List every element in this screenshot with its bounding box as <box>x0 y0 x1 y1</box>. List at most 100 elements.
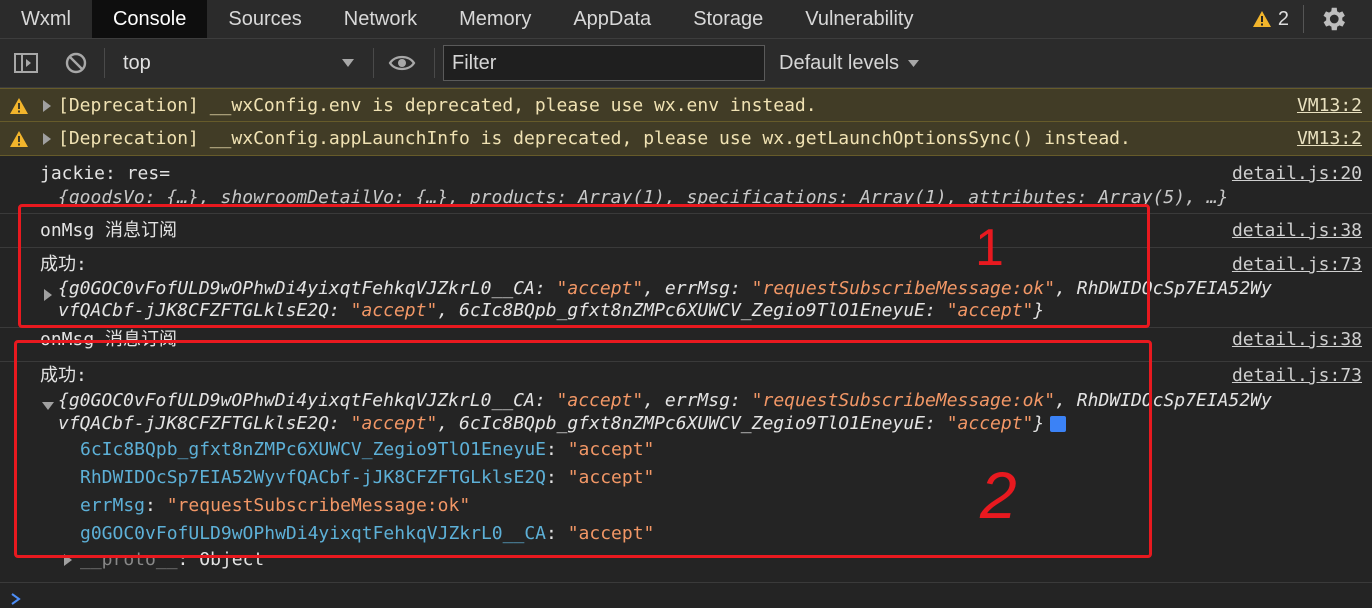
log-label: 成功: <box>40 254 87 275</box>
object-value: "requestSubscribeMessage:ok" <box>751 390 1056 411</box>
tab-console[interactable]: Console <box>91 0 208 38</box>
property-key: 6cIc8BQpb_gfxt8nZMPc6XUWCV_Zegio9TlO1Ene… <box>80 439 546 460</box>
tab-storage[interactable]: Storage <box>672 0 784 38</box>
tab-sources[interactable]: Sources <box>207 0 322 38</box>
object-key: 6cIc8BQpb_gfxt8nZMPc6XUWCV_Zegio9TlO1Ene… <box>459 300 926 321</box>
source-link[interactable]: detail.js:38 <box>1232 219 1362 243</box>
object-property: RhDWIDOcSp7EIA52WyvfQACbf-jJK8CFZFTGLkls… <box>80 467 655 488</box>
object-value: "accept" <box>556 278 644 299</box>
warning-icon <box>1252 11 1271 27</box>
property-key: RhDWIDOcSp7EIA52WyvfQACbf-jJK8CFZFTGLkls… <box>80 467 546 488</box>
object-key: vfQACbf-jJK8CFZFTGLklsE2Q <box>58 300 329 321</box>
sidebar-toggle-icon[interactable] <box>12 49 40 77</box>
gear-icon[interactable] <box>1318 4 1348 34</box>
object-value: "accept" <box>946 413 1034 434</box>
tab-wxml[interactable]: Wxml <box>0 0 92 38</box>
divider <box>0 582 1372 583</box>
console-log-message[interactable]: 成功: detail.js:73 {g0GOC0vFofULD9wOPhwDi4… <box>0 362 1372 572</box>
object-key: errMsg <box>664 278 730 299</box>
console-log-message[interactable]: onMsg 消息订阅 detail.js:38 <box>0 328 1372 362</box>
tab-appdata[interactable]: AppData <box>552 0 672 38</box>
property-value: "requestSubscribeMessage:ok" <box>166 495 471 516</box>
object-key: RhDWIDOcSp7EIA52Wy <box>1076 390 1272 411</box>
proto-value: Object <box>199 549 265 570</box>
object-property: 6cIc8BQpb_gfxt8nZMPc6XUWCV_Zegio9TlO1Ene… <box>80 439 655 460</box>
expand-triangle-icon[interactable] <box>64 554 72 566</box>
object-property: errMsg: "requestSubscribeMessage:ok" <box>80 495 471 516</box>
annotation-label-1: 1 <box>975 219 1004 277</box>
object-key: errMsg <box>664 390 730 411</box>
collapse-triangle-icon[interactable] <box>42 402 54 410</box>
warning-count: 2 <box>1277 7 1289 30</box>
tab-memory[interactable]: Memory <box>438 0 552 38</box>
console-toolbar: top Default levels <box>0 39 1372 88</box>
expand-triangle-icon[interactable] <box>43 133 51 145</box>
object-key: g0GOC0vFofULD9wOPhwDi4yixqtFehkqVJZkrL0_… <box>68 278 535 299</box>
object-key: 6cIc8BQpb_gfxt8nZMPc6XUWCV_Zegio9TlO1Ene… <box>459 413 926 434</box>
warning-icon <box>10 131 28 147</box>
object-value: "accept" <box>350 413 438 434</box>
expand-triangle-icon[interactable] <box>44 289 52 301</box>
filter-input[interactable] <box>443 45 765 81</box>
proto-key: __proto__ <box>80 549 178 570</box>
object-value: "requestSubscribeMessage:ok" <box>751 278 1056 299</box>
object-value: "accept" <box>350 300 438 321</box>
expand-triangle-icon[interactable] <box>43 100 51 112</box>
console-log: [Deprecation] __wxConfig.env is deprecat… <box>0 88 1372 572</box>
chevron-down-icon <box>908 59 920 67</box>
console-log-message[interactable]: 成功: detail.js:73 {g0GOC0vFofULD9wOPhwDi4… <box>0 248 1372 328</box>
info-icon[interactable] <box>1050 416 1067 432</box>
object-property[interactable]: __proto__: Object <box>80 548 264 572</box>
property-key: errMsg <box>80 495 146 516</box>
divider <box>434 48 435 78</box>
object-summary-line[interactable]: vfQACbf-jJK8CFZFTGLklsE2Q: "accept", 6cI… <box>58 299 1044 323</box>
tab-vulnerability[interactable]: Vulnerability <box>784 0 934 38</box>
object-key: g0GOC0vFofULD9wOPhwDi4yixqtFehkqVJZkrL0_… <box>68 390 535 411</box>
log-label: onMsg 消息订阅 <box>40 329 178 350</box>
clear-console-icon[interactable] <box>62 49 90 77</box>
object-value: "accept" <box>946 300 1034 321</box>
divider <box>104 48 105 78</box>
console-warning[interactable]: [Deprecation] __wxConfig.env is deprecat… <box>0 88 1372 122</box>
devtools-tab-bar: Wxml Console Sources Network Memory AppD… <box>0 0 1372 39</box>
source-link[interactable]: VM13:2 <box>1297 127 1362 151</box>
annotation-label-2: 2 <box>980 458 1017 532</box>
console-log-message[interactable]: jackie: res= detail.js:20 {goodsVo: {…},… <box>0 156 1372 214</box>
source-link[interactable]: detail.js:73 <box>1232 253 1362 277</box>
log-label: onMsg 消息订阅 <box>40 220 178 241</box>
console-warning[interactable]: [Deprecation] __wxConfig.appLaunchInfo i… <box>0 122 1372 156</box>
object-summary-line[interactable]: {g0GOC0vFofULD9wOPhwDi4yixqtFehkqVJZkrL0… <box>58 389 1272 413</box>
warning-counter[interactable]: 2 <box>1252 8 1289 31</box>
property-value: "accept" <box>567 523 655 544</box>
property-key: g0GOC0vFofULD9wOPhwDi4yixqtFehkqVJZkrL0_… <box>80 523 546 544</box>
log-label: 成功: <box>40 365 87 386</box>
prompt-chevron-icon[interactable] <box>10 592 22 606</box>
property-value: "accept" <box>567 439 655 460</box>
divider <box>373 48 374 78</box>
tab-network[interactable]: Network <box>323 0 438 38</box>
object-summary[interactable]: {goodsVo: {…}, showroomDetailVo: {…}, pr… <box>58 186 1228 210</box>
log-levels-label: Default levels <box>779 51 900 74</box>
log-levels-select[interactable]: Default levels <box>779 52 920 75</box>
warning-text: [Deprecation] __wxConfig.env is deprecat… <box>58 95 817 116</box>
source-link[interactable]: detail.js:73 <box>1232 364 1362 388</box>
chevron-down-icon <box>342 59 354 67</box>
eye-icon[interactable] <box>388 49 416 77</box>
source-link[interactable]: detail.js:38 <box>1232 328 1362 352</box>
object-key: RhDWIDOcSp7EIA52Wy <box>1076 278 1272 299</box>
context-select[interactable]: top <box>113 46 365 80</box>
source-link[interactable]: detail.js:20 <box>1232 162 1362 186</box>
object-key: vfQACbf-jJK8CFZFTGLklsE2Q <box>58 413 329 434</box>
context-value: top <box>123 51 151 74</box>
object-summary-line[interactable]: vfQACbf-jJK8CFZFTGLklsE2Q: "accept", 6cI… <box>58 412 1067 436</box>
object-value: "accept" <box>556 390 644 411</box>
warning-text: [Deprecation] __wxConfig.appLaunchInfo i… <box>58 128 1131 149</box>
source-link[interactable]: VM13:2 <box>1297 94 1362 118</box>
warning-icon <box>10 98 28 114</box>
log-label: jackie: res= <box>40 163 171 184</box>
object-summary-line[interactable]: {g0GOC0vFofULD9wOPhwDi4yixqtFehkqVJZkrL0… <box>58 277 1272 301</box>
console-log-message[interactable]: onMsg 消息订阅 detail.js:38 <box>0 214 1372 248</box>
object-property: g0GOC0vFofULD9wOPhwDi4yixqtFehkqVJZkrL0_… <box>80 523 655 544</box>
property-value: "accept" <box>567 467 655 488</box>
divider <box>1303 5 1304 33</box>
